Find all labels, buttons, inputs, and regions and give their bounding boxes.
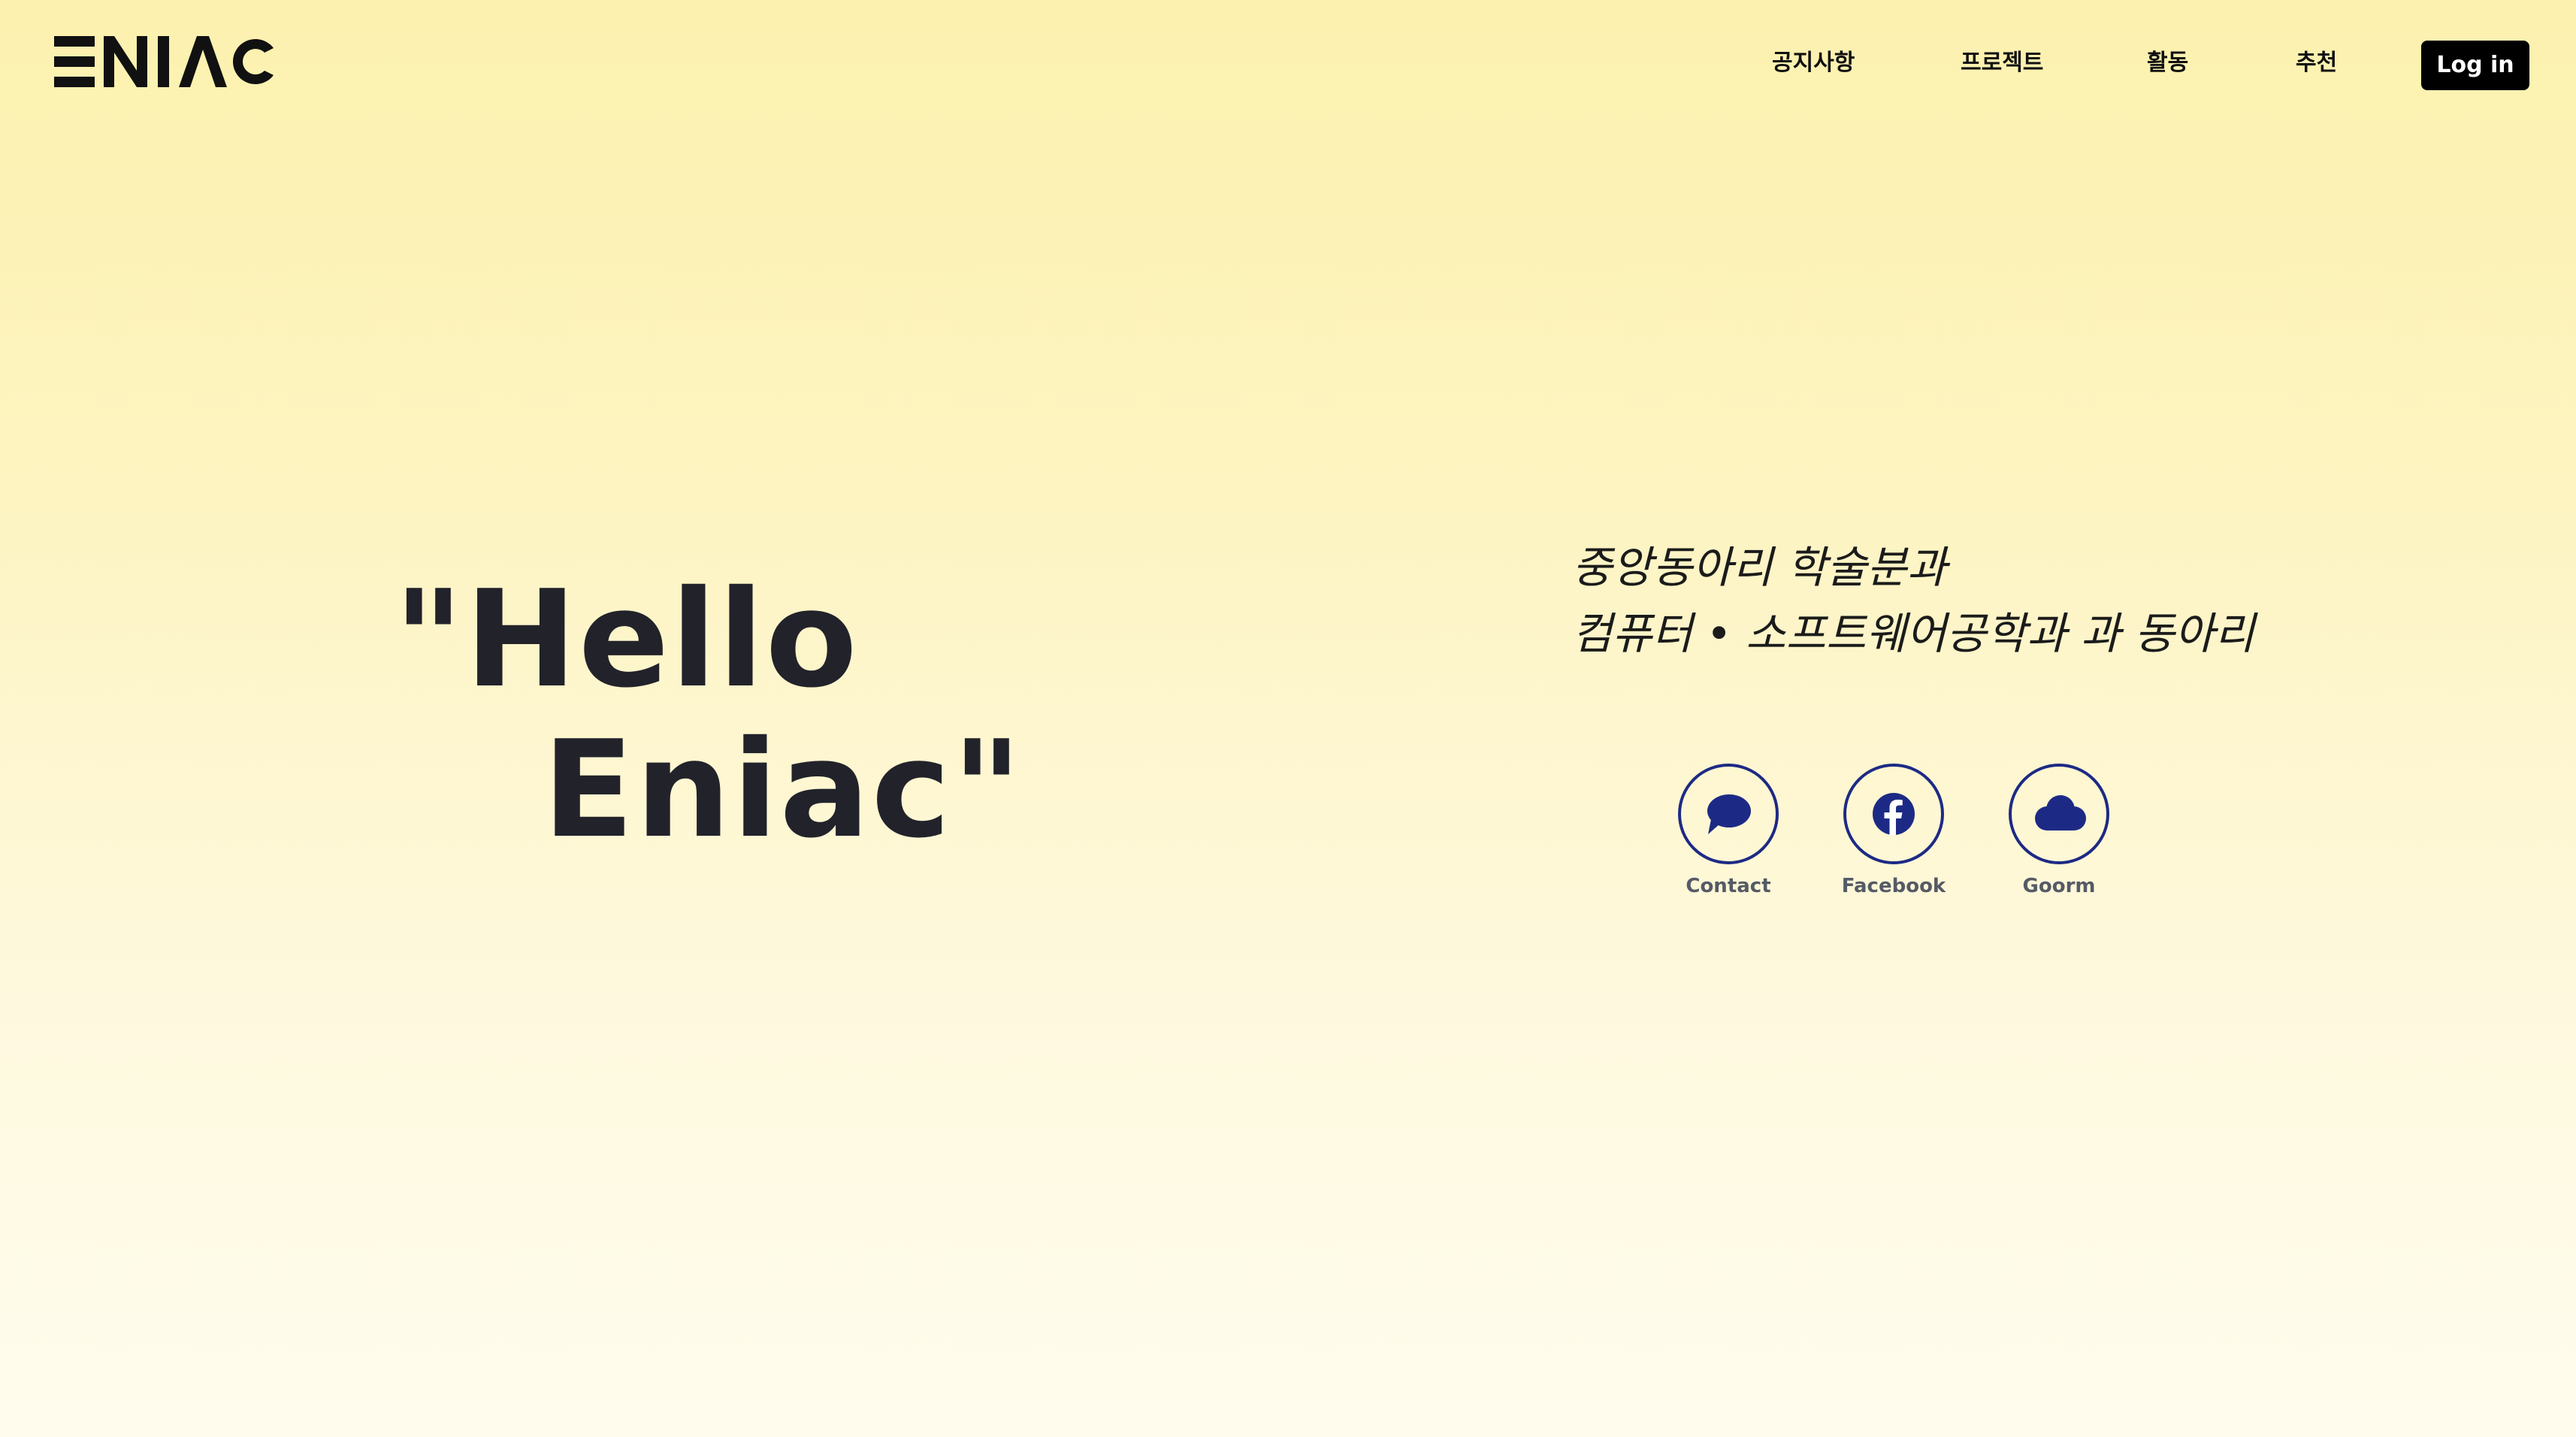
nav-item-activity[interactable]: 활동 (2147, 47, 2188, 80)
nav-item-project[interactable]: 프로젝트 (1961, 47, 2043, 80)
cloud-icon (2035, 795, 2086, 830)
chat-bubble-icon (1707, 794, 1751, 834)
tagline-line-1: 중앙동아리 학술분과 (1572, 542, 1947, 593)
login-button[interactable]: Log in (2421, 41, 2529, 90)
contact-circle[interactable] (1678, 764, 1779, 864)
facebook-label: Facebook (1841, 875, 1946, 897)
tagline-line-2: 컴퓨터 • 소프트웨어공학과 과 동아리 (1572, 608, 2255, 659)
facebook-circle[interactable] (1843, 764, 1944, 864)
main-nav: 공지사항 프로젝트 활동 추천 Log in (0, 30, 2576, 98)
nav-item-recommend[interactable]: 추천 (2296, 47, 2337, 80)
goorm-link[interactable]: Goorm (1999, 764, 2119, 899)
nav-item-notice[interactable]: 공지사항 (1772, 47, 1855, 80)
facebook-link[interactable]: Facebook (1834, 764, 1954, 899)
contact-link[interactable]: Contact (1668, 764, 1788, 899)
hero-title-line-1: "Hello (394, 561, 859, 717)
goorm-label: Goorm (2022, 875, 2096, 897)
contact-label: Contact (1686, 875, 1771, 897)
hero-title-line-2: Eniac" (543, 712, 1023, 867)
facebook-icon (1873, 793, 1915, 835)
goorm-circle[interactable] (2009, 764, 2109, 864)
